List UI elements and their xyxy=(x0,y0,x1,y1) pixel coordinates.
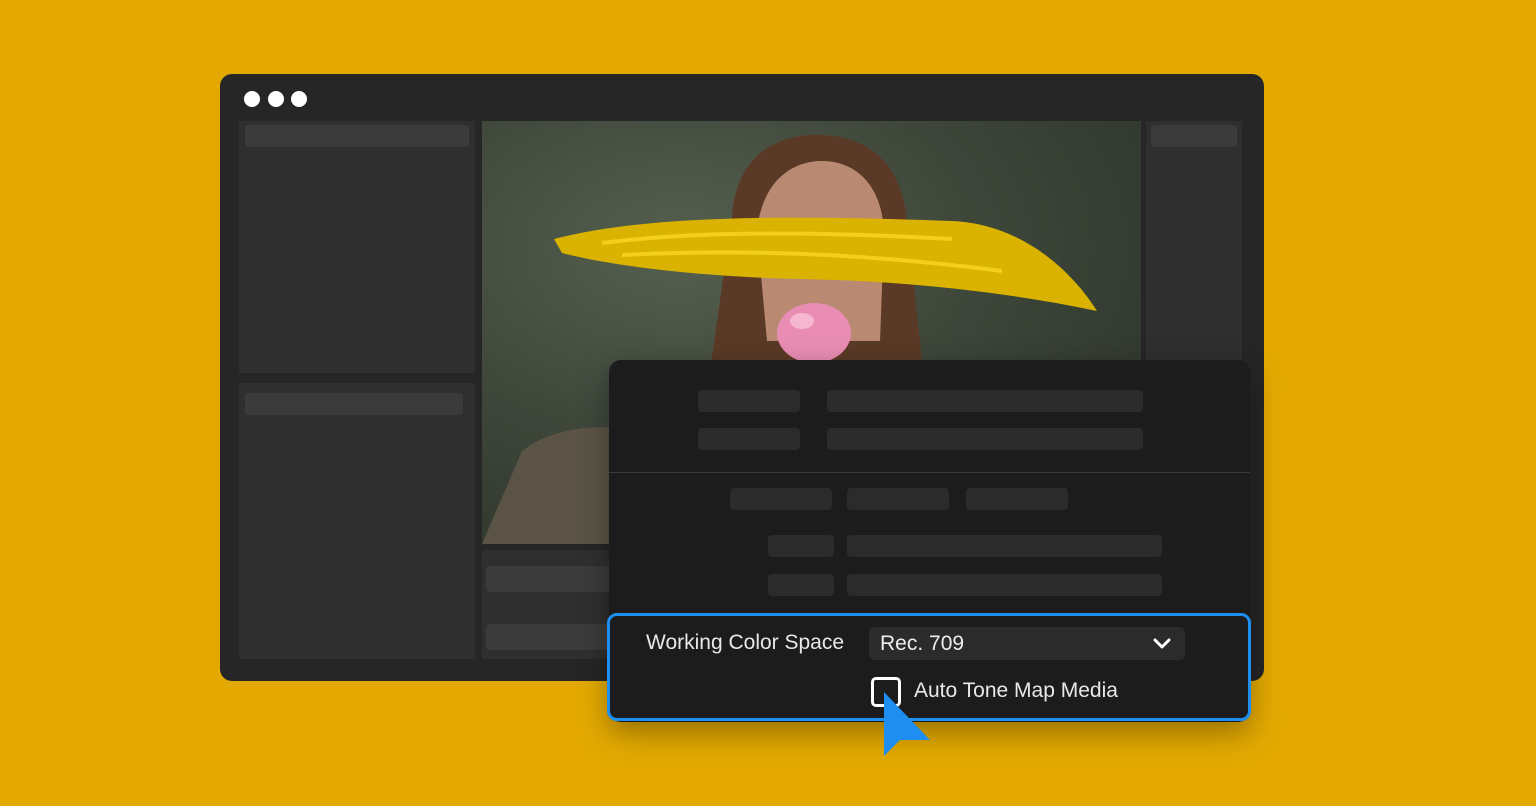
working-color-space-label: Working Color Space xyxy=(646,631,845,654)
window-dot[interactable] xyxy=(268,91,284,107)
side-panel xyxy=(1146,121,1242,373)
project-panel xyxy=(239,121,475,373)
field-value-placeholder xyxy=(847,574,1162,596)
field-value-placeholder xyxy=(827,428,1143,450)
track-placeholder xyxy=(486,566,626,592)
working-color-space-value: Rec. 709 xyxy=(880,632,965,655)
tab-placeholder xyxy=(730,488,832,510)
tab-placeholder xyxy=(847,488,949,510)
track-placeholder xyxy=(486,624,626,650)
field-value-placeholder xyxy=(847,535,1162,557)
dialog-divider xyxy=(609,472,1250,473)
field-label-placeholder xyxy=(698,390,800,412)
field-label-placeholder xyxy=(768,535,834,557)
auto-tone-map-label[interactable]: Auto Tone Map Media xyxy=(914,678,1118,704)
window-dot[interactable] xyxy=(291,91,307,107)
window-dot[interactable] xyxy=(244,91,260,107)
chevron-down-icon xyxy=(1153,638,1171,649)
panel-header-placeholder xyxy=(245,125,469,147)
field-label-placeholder xyxy=(698,428,800,450)
field-label-placeholder xyxy=(768,574,834,596)
working-color-space-dropdown[interactable]: Rec. 709 xyxy=(869,627,1185,660)
panel-header-placeholder xyxy=(245,393,463,415)
panel-header-placeholder xyxy=(1151,125,1237,147)
tab-placeholder xyxy=(966,488,1068,510)
field-value-placeholder xyxy=(827,390,1143,412)
media-panel xyxy=(239,383,475,659)
cursor-arrow-icon xyxy=(884,692,930,756)
